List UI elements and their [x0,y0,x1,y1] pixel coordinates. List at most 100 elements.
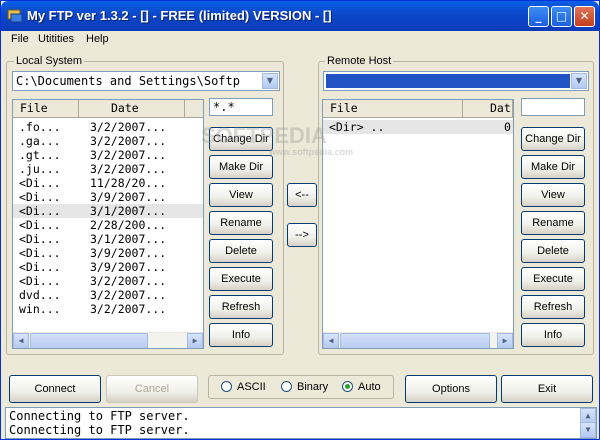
local-item-date: 3/9/2007... [90,246,167,260]
remote-refresh-button[interactable]: Refresh [521,295,585,319]
close-button[interactable]: ✕ [574,6,595,27]
menu-utilities[interactable]: Utitities [38,33,74,45]
local-file-list[interactable]: File Date .fo... 3/2/2007... .ga... 3/2/200… [12,99,204,349]
local-item-file: <Di... [19,232,61,246]
local-item-date: 3/1/2007... [90,232,167,246]
local-item-date: 3/2/2007... [90,162,167,176]
local-list-item[interactable]: dvd... 3/2/2007... [13,288,203,302]
local-list-item[interactable]: <Di... 3/2/2007... [13,274,203,288]
remote-view-button[interactable]: View [521,183,585,207]
local-item-date: 3/9/2007... [90,260,167,274]
remote-host-combo[interactable]: ▼ [323,71,589,91]
remote-execute-button[interactable]: Execute [521,267,585,291]
remote-host-selected-highlight [326,74,570,88]
local-list-item[interactable]: <Di... 11/28/20... [13,176,203,190]
remote-info-button[interactable]: Info [521,323,585,347]
remote-horizontal-scrollbar[interactable]: ◀ ▶ [323,332,513,348]
download-arrow-button[interactable]: <-- [287,183,317,207]
local-list-item[interactable]: .gt... 3/2/2007... [13,148,203,162]
log-line: Connecting to FTP server. [9,409,190,423]
connect-button[interactable]: Connect [9,375,101,403]
upload-arrow-button[interactable]: --> [287,223,317,247]
scroll-thumb[interactable] [340,333,490,348]
minimize-button[interactable]: _ [528,6,549,27]
local-list-header: File Date [13,100,203,118]
local-list-item[interactable]: win... 3/2/2007... [13,302,203,316]
title-bar[interactable]: My FTP ver 1.3.2 - [] - FREE (limited) V… [1,1,599,31]
remote-file-list[interactable]: File Dat <Dir> .. 0 ◀ ▶ [322,99,514,349]
cancel-button[interactable]: Cancel [106,375,198,403]
softpedia-url-watermark: www.softpedia.com [269,147,354,157]
remote-column-date[interactable]: Dat [463,100,513,117]
local-list-item[interactable]: <Di... 3/9/2007... [13,260,203,274]
local-horizontal-scrollbar[interactable]: ◀ ▶ [13,332,203,348]
scroll-right-icon[interactable]: ▶ [497,333,513,348]
local-info-button[interactable]: Info [209,323,273,347]
log-vertical-scrollbar[interactable]: ▲ ▼ [580,408,596,438]
local-column-date[interactable]: Date [79,100,185,117]
radio-auto[interactable]: Auto [342,381,381,395]
local-item-date: 3/2/2007... [90,274,167,288]
local-path-value: C:\Documents and Settings\Softp [16,74,240,88]
local-list-item[interactable]: <Di... 2/28/200... [13,218,203,232]
radio-ascii[interactable]: ASCII [221,381,266,395]
radio-selected-icon[interactable] [342,381,353,392]
local-list-item[interactable]: <Di... 3/1/2007... [13,204,203,218]
scroll-left-icon[interactable]: ◀ [323,333,339,348]
local-item-file: <Di... [19,260,61,274]
local-column-file[interactable]: File [13,100,79,117]
menu-help[interactable]: Help [86,33,109,45]
local-view-button[interactable]: View [209,183,273,207]
radio-binary[interactable]: Binary [281,381,328,395]
local-item-file: <Di... [19,218,61,232]
scroll-left-icon[interactable]: ◀ [13,333,29,348]
local-list-item[interactable]: .ju... 3/2/2007... [13,162,203,176]
local-list-item[interactable]: .ga... 3/2/2007... [13,134,203,148]
maximize-button[interactable]: □ [551,6,572,27]
local-list-item[interactable]: <Di... 3/1/2007... [13,232,203,246]
local-item-date: 3/2/2007... [90,302,167,316]
local-list-item[interactable]: <Di... 3/9/2007... [13,246,203,260]
local-item-date: 3/9/2007... [90,190,167,204]
remote-delete-button[interactable]: Delete [521,239,585,263]
local-item-file: <Di... [19,176,61,190]
local-item-date: 3/2/2007... [90,134,167,148]
local-refresh-button[interactable]: Refresh [209,295,273,319]
local-list-item[interactable]: <Di... 3/9/2007... [13,190,203,204]
remote-change-dir-button[interactable]: Change Dir [521,127,585,151]
radio-circle-icon[interactable] [221,381,232,392]
local-list-item[interactable]: .fo... 3/2/2007... [13,120,203,134]
local-path-combo[interactable]: C:\Documents and Settings\Softp ▼ [12,71,280,91]
remote-make-dir-button[interactable]: Make Dir [521,155,585,179]
chevron-down-icon[interactable]: ▼ [262,73,278,89]
local-item-date: 3/2/2007... [90,120,167,134]
app-window: My FTP ver 1.3.2 - [] - FREE (limited) V… [0,0,600,440]
local-file-mask-input[interactable]: *.* [209,98,273,116]
status-log[interactable]: Connecting to FTP server. Connecting to … [5,407,597,439]
local-item-file: .gt... [19,148,61,162]
softpedia-watermark: SOFTPEDIA [201,123,327,148]
remote-column-file[interactable]: File [323,100,463,117]
radio-circle-icon[interactable] [281,381,292,392]
exit-button[interactable]: Exit [501,375,593,403]
menu-file[interactable]: File [11,33,29,45]
remote-file-mask-input[interactable] [521,98,585,116]
local-item-date: 3/1/2007... [90,204,167,218]
local-make-dir-button[interactable]: Make Dir [209,155,273,179]
remote-rename-button[interactable]: Rename [521,211,585,235]
local-rename-button[interactable]: Rename [209,211,273,235]
scroll-down-icon[interactable]: ▼ [580,422,596,438]
local-execute-button[interactable]: Execute [209,267,273,291]
scroll-thumb[interactable] [30,333,148,348]
remote-list-item[interactable]: <Dir> .. 0 [323,120,513,134]
chevron-down-icon[interactable]: ▼ [571,73,587,89]
local-item-file: <Di... [19,204,61,218]
options-button[interactable]: Options [405,375,497,403]
local-system-legend: Local System [14,55,85,67]
local-item-file: win... [19,302,61,316]
local-item-date: 3/2/2007... [90,288,167,302]
scroll-right-icon[interactable]: ▶ [187,333,203,348]
remote-item-file: <Dir> .. [329,120,385,134]
local-delete-button[interactable]: Delete [209,239,273,263]
local-item-file: .fo... [19,120,61,134]
